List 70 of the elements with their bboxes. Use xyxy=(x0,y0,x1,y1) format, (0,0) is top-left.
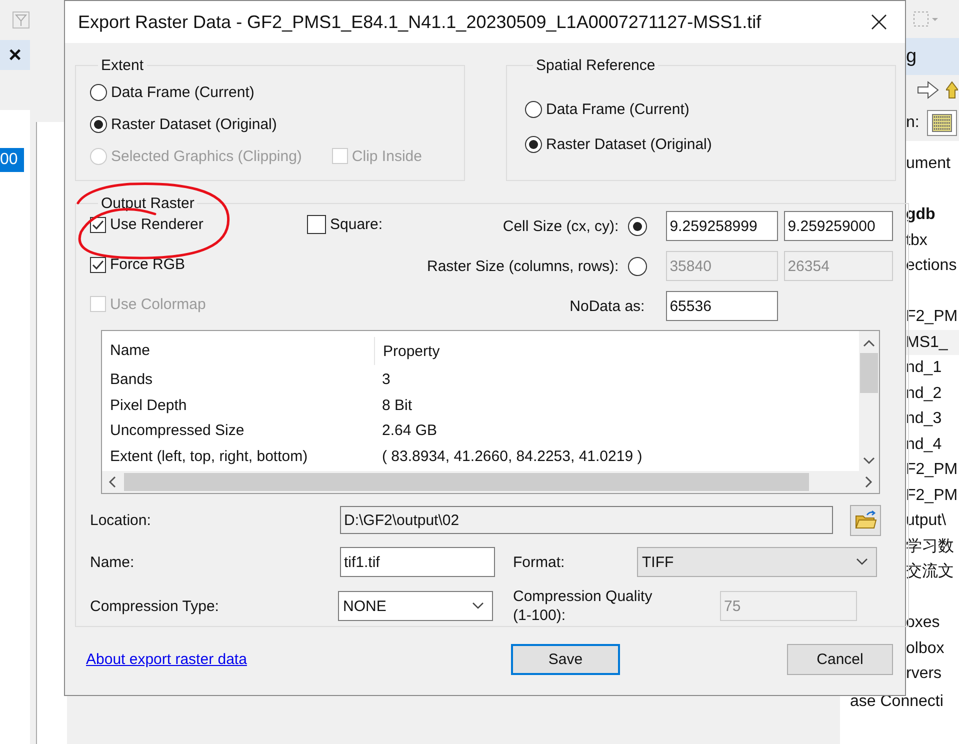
column-header[interactable]: Property xyxy=(375,342,440,360)
scroll-left-icon[interactable] xyxy=(108,476,116,488)
compression-quality-label: Compression Quality (1-100): xyxy=(512,587,654,625)
check-icon xyxy=(91,258,105,272)
tree-item[interactable]: olbox xyxy=(906,640,944,656)
table-cell-text: Uncompressed Size xyxy=(110,422,246,440)
folder-icon xyxy=(854,510,876,530)
table-cell-text: Bands xyxy=(110,371,154,388)
use-renderer-checkbox[interactable]: Use Renderer xyxy=(90,216,204,234)
cancel-button[interactable]: Cancel xyxy=(787,644,893,674)
square-checkbox[interactable]: Square: xyxy=(307,214,383,234)
table-cell-text: 3 xyxy=(381,371,390,388)
table-cell-text: ( 83.8934, 41.2660, 84.2253, 41.0219 ) xyxy=(381,448,642,465)
tree-item[interactable]: oxes xyxy=(906,614,940,631)
radio-option[interactable]: Raster Dataset (Original) xyxy=(90,116,277,132)
raster-grid-icon xyxy=(932,114,952,132)
cell-size-label: Cell Size (cx, cy): xyxy=(502,218,619,234)
radio-option[interactable]: Data Frame (Current) xyxy=(525,101,690,118)
list-item[interactable]: 00 xyxy=(0,148,24,172)
compression-type-dropdown[interactable]: NONE xyxy=(338,591,493,621)
group-title: Output Raster xyxy=(100,195,196,212)
group-title: Spatial Reference xyxy=(535,57,656,74)
browse-button[interactable] xyxy=(850,504,881,536)
location-field[interactable]: D:\GF2\output\02 xyxy=(340,506,833,534)
name-label: Name: xyxy=(90,554,136,570)
tree-item[interactable]: utput\ xyxy=(906,512,946,529)
close-button[interactable]: × xyxy=(8,42,22,68)
format-dropdown[interactable]: TIFF xyxy=(637,547,877,577)
table-cell-text: 8 Bit xyxy=(381,396,412,414)
group-title: Extent xyxy=(100,57,145,74)
nodata-field[interactable]: 65536 xyxy=(666,291,778,321)
close-icon[interactable] xyxy=(871,14,887,30)
location-label: n: xyxy=(906,114,920,132)
tree-item[interactable]: ase Connecti xyxy=(850,692,944,710)
location-label: Location: xyxy=(90,512,152,528)
nodata-label: NoData as: xyxy=(568,298,646,314)
cell-size-y-field[interactable]: 9.259259000 xyxy=(784,211,893,241)
compression-type-label: Compression Type: xyxy=(90,598,220,614)
tree-item[interactable]: ument xyxy=(906,155,950,172)
up-arrow-icon[interactable] xyxy=(946,80,958,100)
table-cell-text: Pixel Depth xyxy=(110,396,188,414)
vertical-scrollbar[interactable] xyxy=(859,331,879,471)
scroll-down-icon[interactable] xyxy=(863,457,875,465)
tree-item[interactable]: nd_2 xyxy=(906,384,942,402)
save-button[interactable]: Save xyxy=(511,644,620,674)
table-cell-text: 2.64 GB xyxy=(381,422,438,440)
window-title: Export Raster Data - GF2_PMS1_E84.1_N41.1_20230509_L1A0007271127-MSS1.tif xyxy=(78,12,762,32)
horizontal-scrollbar[interactable] xyxy=(102,471,879,493)
tree-item[interactable]: nd_3 xyxy=(906,410,942,427)
radio-option[interactable]: Raster Dataset (Original) xyxy=(525,136,712,153)
forward-arrow-icon[interactable] xyxy=(916,80,940,100)
cell-size-x-field[interactable]: 9.259258999 xyxy=(666,211,778,241)
force-rgb-checkbox[interactable]: Force RGB xyxy=(90,256,186,274)
help-link[interactable]: About export raster data xyxy=(86,650,511,668)
tree-item[interactable]: 学习数 xyxy=(906,538,954,554)
raster-size-radio[interactable] xyxy=(628,256,647,276)
check-icon xyxy=(91,218,105,232)
cell-size-radio[interactable] xyxy=(628,216,647,236)
raster-size-label: Raster Size (columns, rows): xyxy=(427,258,619,274)
radio-option[interactable]: Data Frame (Current) xyxy=(90,84,254,100)
panel-title: g xyxy=(906,46,917,68)
column-header[interactable]: Name xyxy=(110,337,375,365)
table-cell-text: Extent (left, top, right, bottom) xyxy=(110,448,309,465)
format-label: Format: xyxy=(512,554,566,570)
tree-item[interactable]: ections xyxy=(906,257,957,274)
name-field[interactable]: tif1.tif xyxy=(340,547,495,577)
tree-item[interactable]: rvers xyxy=(906,665,942,682)
location-field[interactable] xyxy=(927,110,958,136)
scroll-right-icon[interactable] xyxy=(865,476,873,488)
scroll-up-icon[interactable] xyxy=(863,339,875,347)
